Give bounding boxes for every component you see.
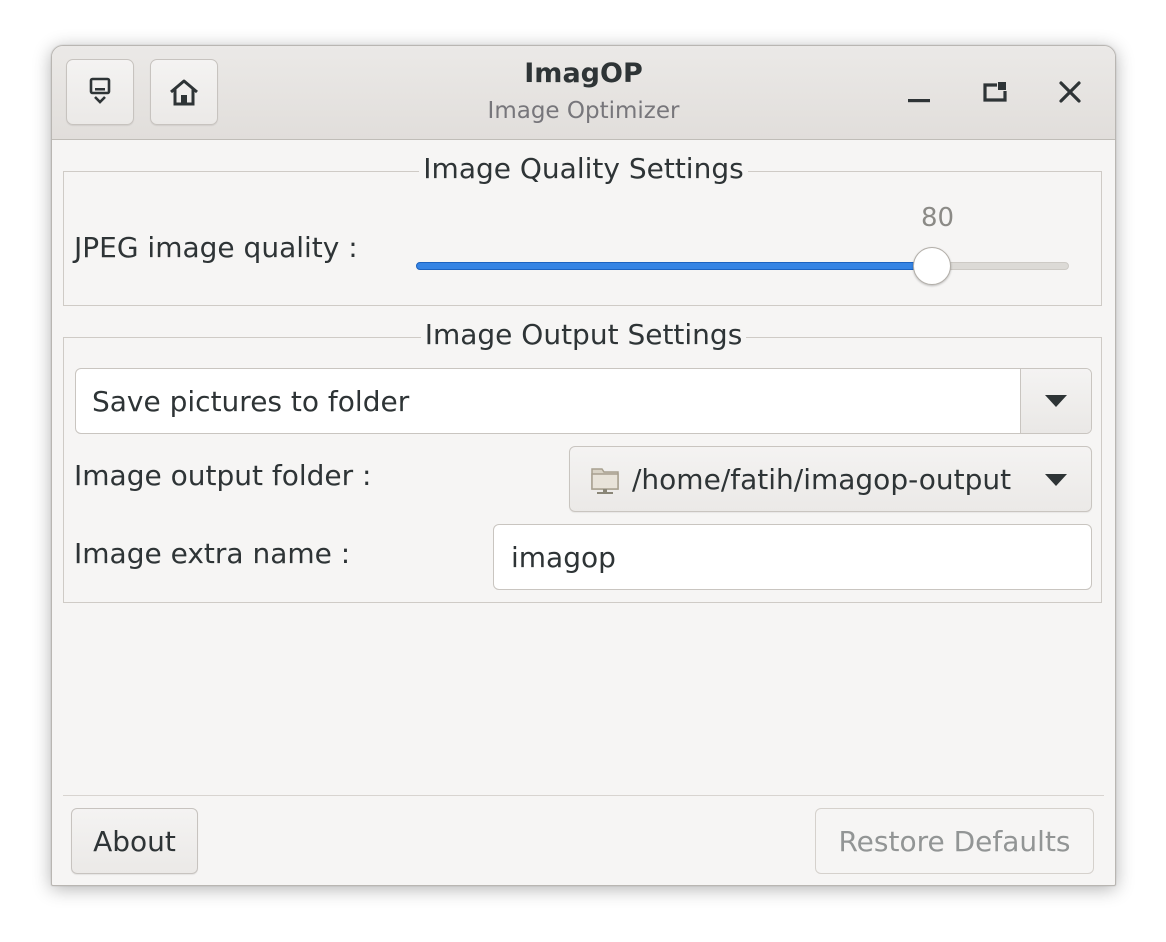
output-folder-path: /home/fatih/imagop-output xyxy=(632,462,1012,496)
footer-separator xyxy=(63,795,1104,796)
window-title: ImagOP xyxy=(524,58,643,89)
restore-defaults-button[interactable]: Restore Defaults xyxy=(815,808,1094,874)
jpeg-quality-value: 80 xyxy=(921,203,955,233)
minimize-button[interactable] xyxy=(899,72,939,112)
maximize-button[interactable] xyxy=(975,72,1015,112)
jpeg-quality-label: JPEG image quality : xyxy=(74,231,358,264)
close-button[interactable] xyxy=(1050,72,1090,112)
minimize-icon xyxy=(908,99,930,103)
extra-name-label: Image extra name : xyxy=(74,537,351,570)
close-icon xyxy=(1059,81,1081,103)
chevron-down-icon xyxy=(1045,395,1067,407)
save-mode-value: Save pictures to folder xyxy=(92,384,410,418)
save-mode-dropdown[interactable]: Save pictures to folder xyxy=(75,368,1092,434)
chevron-down-icon xyxy=(1045,474,1067,486)
output-folder-label: Image output folder : xyxy=(74,459,372,492)
save-mode-dropdown-toggle[interactable] xyxy=(1020,369,1091,433)
folder-icon xyxy=(591,468,619,494)
jpeg-quality-slider-fill xyxy=(416,262,932,270)
extra-name-input[interactable] xyxy=(493,524,1092,590)
about-button[interactable]: About xyxy=(71,808,198,874)
window-subtitle: Image Optimizer xyxy=(487,98,680,124)
header-bar: ImagOP Image Optimizer xyxy=(52,46,1115,140)
output-folder-chooser[interactable]: /home/fatih/imagop-output xyxy=(569,446,1092,512)
maximize-icon xyxy=(983,82,1007,102)
app-window: ImagOP Image Optimizer Image Quality Set… xyxy=(51,45,1116,886)
jpeg-quality-slider-handle[interactable] xyxy=(913,247,951,285)
